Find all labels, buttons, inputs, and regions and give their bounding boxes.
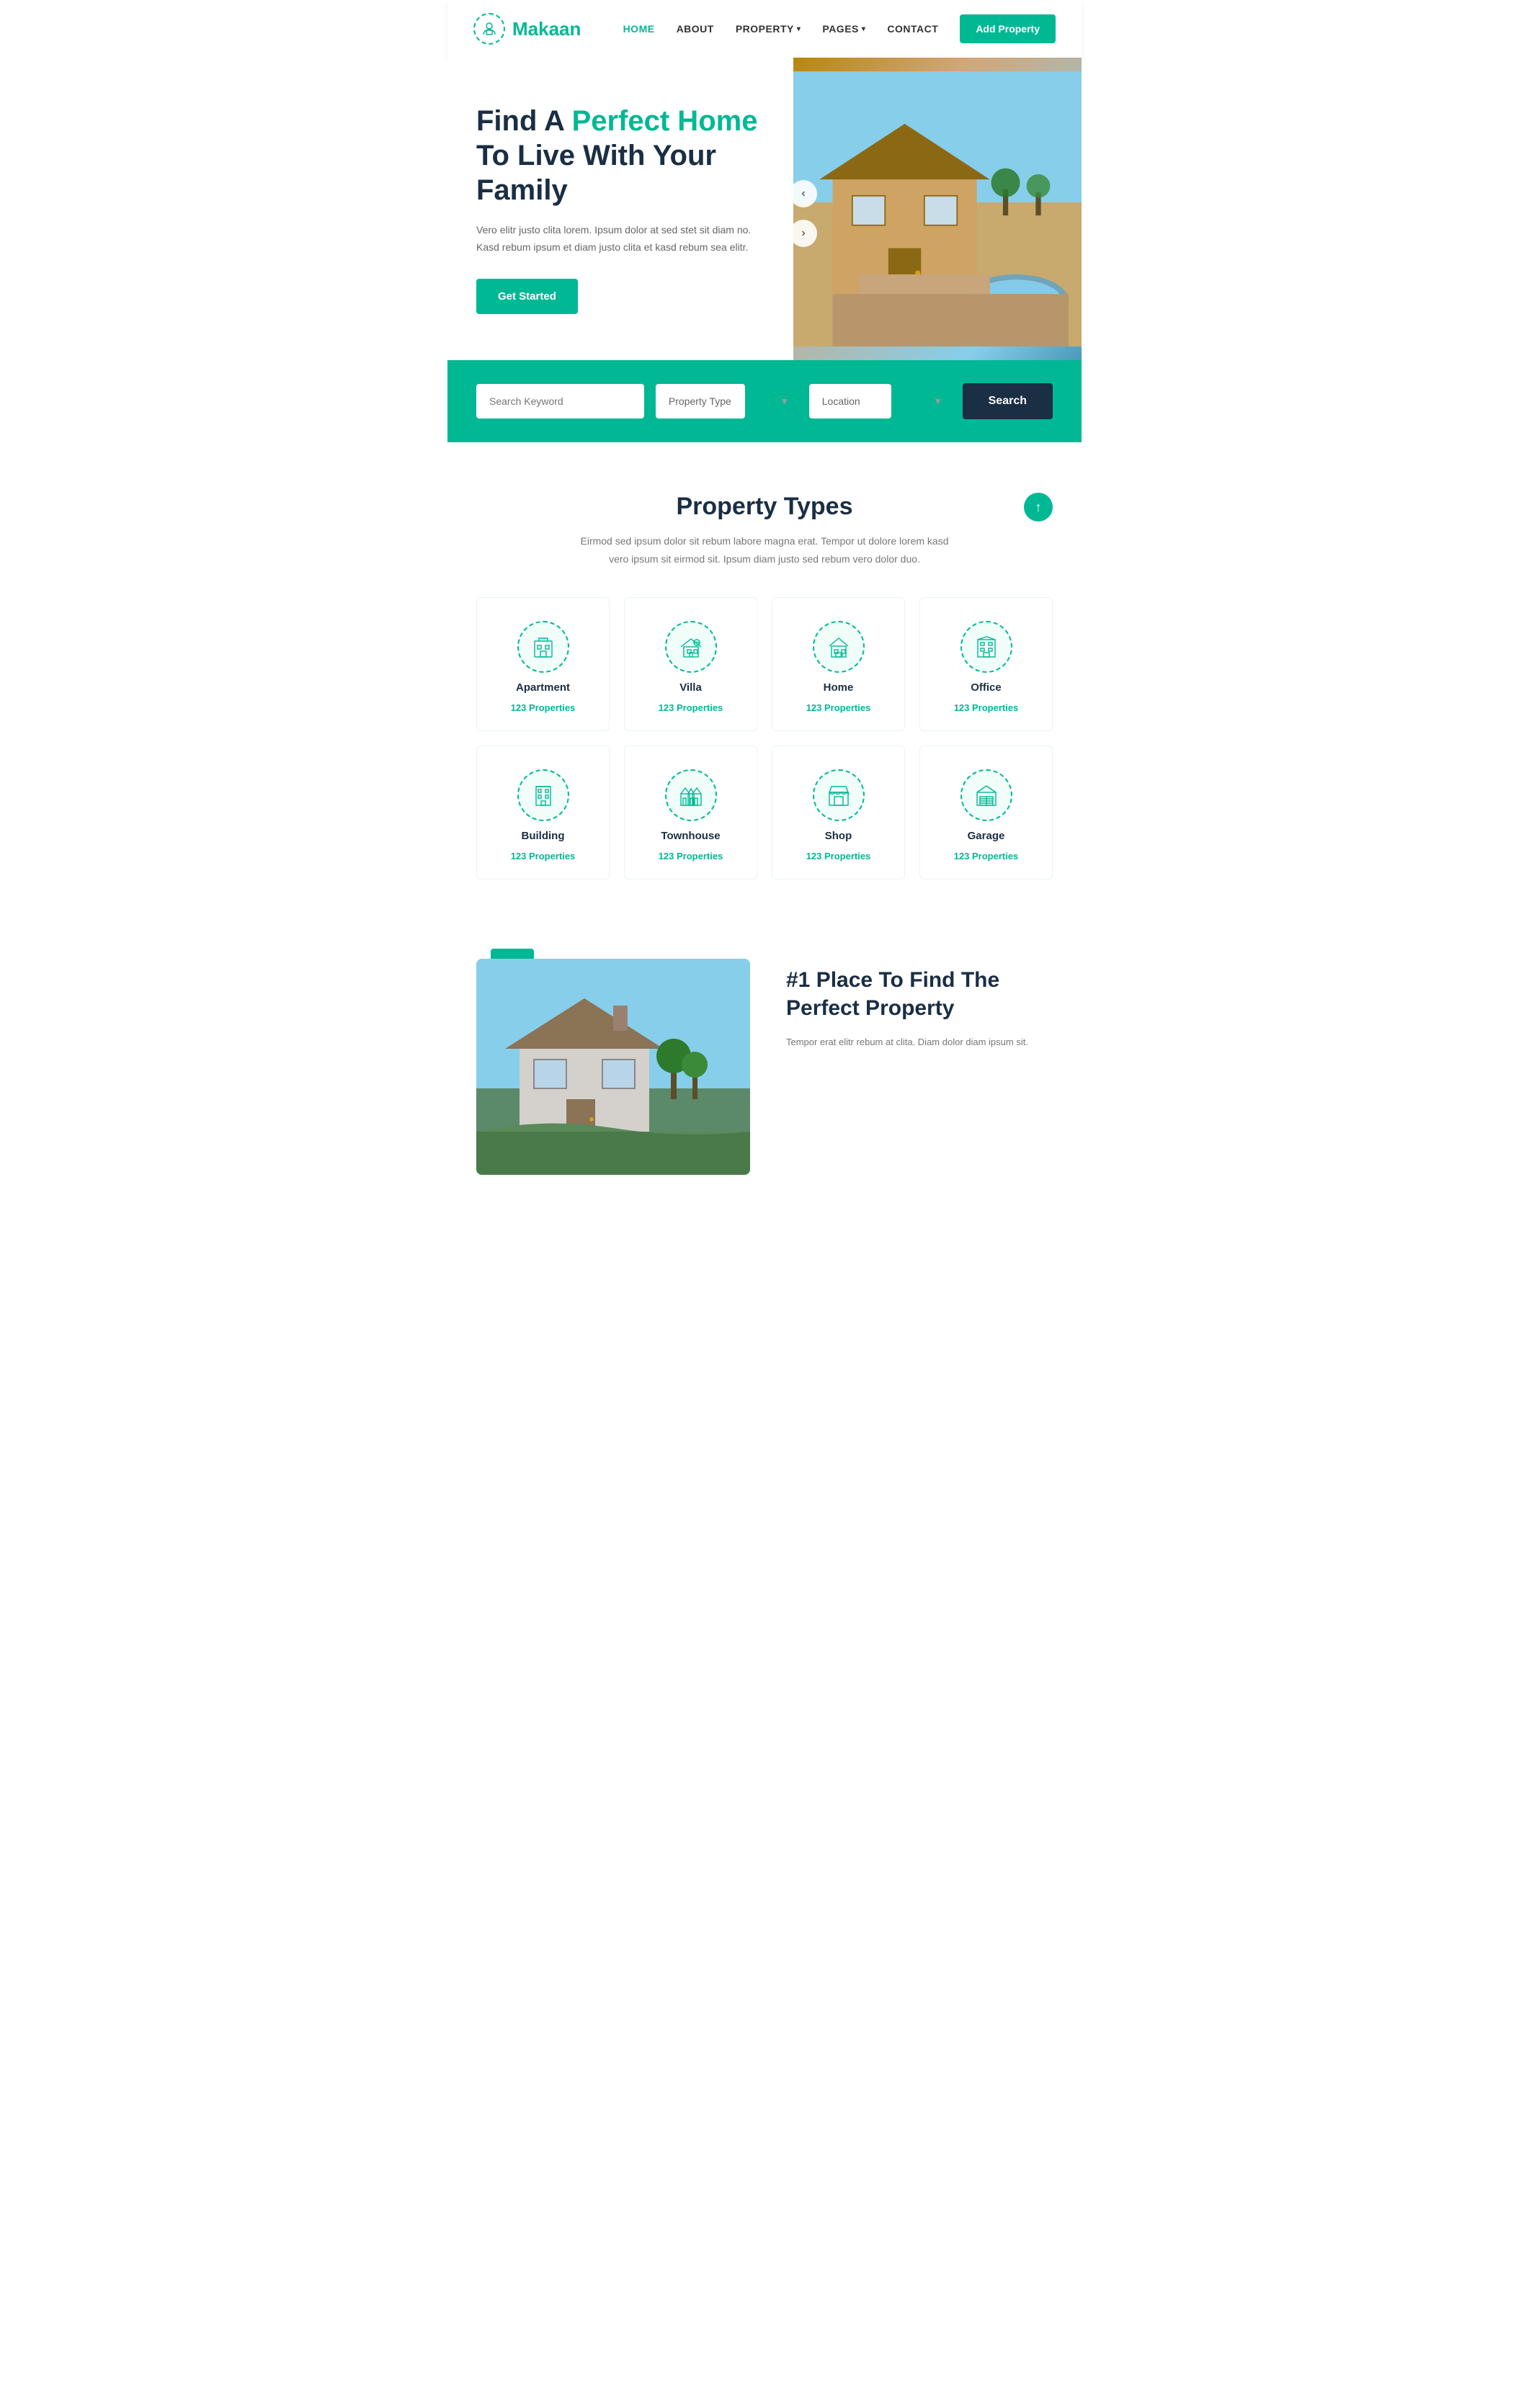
office-icon <box>960 621 1012 673</box>
about-title: #1 Place To Find The Perfect Property <box>786 966 1053 1022</box>
shop-name: Shop <box>825 830 852 842</box>
logo[interactable]: Makaan <box>473 13 581 45</box>
about-content: #1 Place To Find The Perfect Property Te… <box>786 959 1053 1050</box>
nav-home[interactable]: HOME <box>623 23 655 35</box>
building-count: 123 Properties <box>511 851 576 861</box>
type-card-office[interactable]: Office 123 Properties <box>919 597 1053 731</box>
townhouse-count: 123 Properties <box>659 851 723 861</box>
nav-contact[interactable]: CONTACT <box>887 23 938 35</box>
hero-image-area: ‹ › <box>793 58 1082 360</box>
nav-property[interactable]: PROPERTY ▾ <box>736 23 801 35</box>
villa-count: 123 Properties <box>659 702 723 713</box>
hero-content: Find A Perfect Home To Live With Your Fa… <box>447 58 793 360</box>
office-name: Office <box>971 681 1002 694</box>
search-keyword-input[interactable] <box>476 384 644 419</box>
type-card-townhouse[interactable]: Townhouse 123 Properties <box>624 746 757 879</box>
property-dropdown-icon: ▾ <box>797 25 801 33</box>
about-section: #1 Place To Find The Perfect Property Te… <box>447 916 1082 1218</box>
home-name: Home <box>824 681 854 694</box>
villa-icon <box>665 621 717 673</box>
type-card-building[interactable]: Building 123 Properties <box>476 746 610 879</box>
location-select[interactable]: Location New York Los Angeles Chicago Ho… <box>809 384 891 419</box>
add-property-button[interactable]: Add Property <box>960 14 1056 43</box>
scroll-top-button[interactable]: ↑ <box>1024 493 1053 522</box>
property-types-section: Property Types Eirmod sed ipsum dolor si… <box>447 442 1082 916</box>
shop-count: 123 Properties <box>806 851 871 861</box>
townhouse-name: Townhouse <box>661 830 720 842</box>
apartment-count: 123 Properties <box>511 702 576 713</box>
logo-text: Makaan <box>512 18 581 40</box>
apartment-icon <box>517 621 569 673</box>
search-bar: Property Type Apartment Villa Home Offic… <box>447 360 1082 442</box>
section-description: Eirmod sed ipsum dolor sit rebum labore … <box>577 532 952 568</box>
villa-name: Villa <box>679 681 702 694</box>
nav-pages[interactable]: PAGES ▾ <box>822 23 865 35</box>
apartment-name: Apartment <box>516 681 570 694</box>
property-type-select[interactable]: Property Type Apartment Villa Home Offic… <box>656 384 745 419</box>
garage-name: Garage <box>968 830 1005 842</box>
garage-icon <box>960 769 1012 821</box>
type-card-shop[interactable]: Shop 123 Properties <box>772 746 905 879</box>
home-count: 123 Properties <box>806 702 871 713</box>
header: Makaan HOME ABOUT PROPERTY ▾ PAGES ▾ CON… <box>447 0 1082 58</box>
about-description: Tempor erat elitr rebum at clita. Diam d… <box>786 1034 1053 1050</box>
hero-image <box>793 58 1082 360</box>
location-select-wrapper: Location New York Los Angeles Chicago Ho… <box>809 384 951 419</box>
property-type-select-wrapper: Property Type Apartment Villa Home Offic… <box>656 384 798 419</box>
type-card-villa[interactable]: Villa 123 Properties <box>624 597 757 731</box>
type-card-home[interactable]: Home 123 Properties <box>772 597 905 731</box>
shop-icon <box>813 769 865 821</box>
type-card-apartment[interactable]: Apartment 123 Properties <box>476 597 610 731</box>
office-count: 123 Properties <box>954 702 1019 713</box>
about-image <box>476 959 750 1175</box>
hero-title: Find A Perfect Home To Live With Your Fa… <box>476 104 764 207</box>
townhouse-icon <box>665 769 717 821</box>
nav: HOME ABOUT PROPERTY ▾ PAGES ▾ CONTACT Ad… <box>623 14 1056 43</box>
section-title: Property Types <box>476 493 1053 521</box>
nav-about[interactable]: ABOUT <box>677 23 714 35</box>
property-types-grid: Apartment 123 Properties Villa 123 Prope… <box>476 597 1053 879</box>
about-image-area <box>476 959 750 1175</box>
building-name: Building <box>522 830 565 842</box>
section-header: Property Types Eirmod sed ipsum dolor si… <box>476 493 1053 568</box>
building-icon <box>517 769 569 821</box>
type-card-garage[interactable]: Garage 123 Properties <box>919 746 1053 879</box>
logo-icon <box>473 13 505 45</box>
search-button[interactable]: Search <box>963 383 1053 419</box>
get-started-button[interactable]: Get Started <box>476 279 578 314</box>
garage-count: 123 Properties <box>954 851 1019 861</box>
hero-section: Find A Perfect Home To Live With Your Fa… <box>447 58 1082 360</box>
pages-dropdown-icon: ▾ <box>862 25 866 33</box>
hero-description: Vero elitr justo clita lorem. Ipsum dolo… <box>476 222 764 256</box>
home-icon <box>813 621 865 673</box>
